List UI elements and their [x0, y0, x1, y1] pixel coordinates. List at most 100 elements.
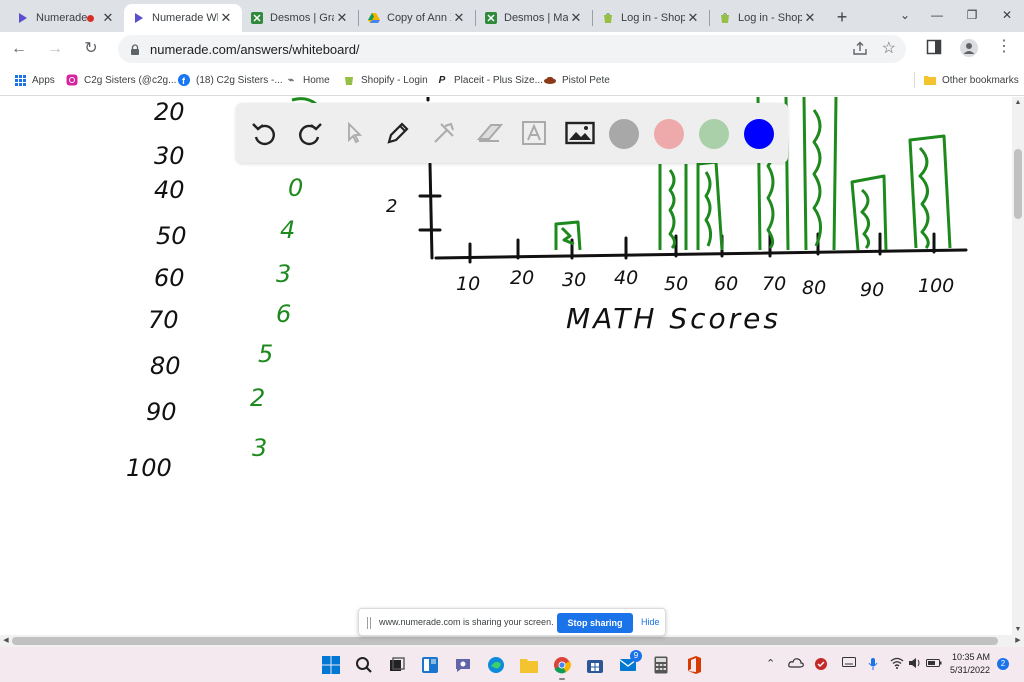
hide-banner-link[interactable]: Hide — [641, 617, 660, 627]
whiteboard-canvas[interactable]: 20 30 40 50 60 70 80 90 100 0 4 3 6 5 2 … — [0, 97, 1024, 635]
bookmark-pistol-pete[interactable]: Pistol Pete — [544, 74, 610, 86]
whiteboard-drawing: 20 30 40 50 60 70 80 90 100 0 4 3 6 5 2 … — [126, 97, 968, 482]
battery-icon[interactable] — [926, 657, 942, 672]
widgets-icon[interactable] — [419, 654, 441, 676]
tools-icon[interactable] — [428, 117, 460, 149]
mail-icon[interactable]: 9 — [617, 650, 642, 676]
notification-badge[interactable]: 2 — [997, 658, 1009, 670]
tab-shopify-login-2[interactable]: Log in - Shopif ✕ — [710, 4, 826, 32]
microphone-icon[interactable] — [868, 657, 878, 674]
close-window-icon[interactable]: ✕ — [990, 0, 1024, 30]
bookmark-apps[interactable]: Apps — [14, 74, 55, 86]
profile-avatar-icon[interactable] — [960, 39, 978, 62]
eraser-icon[interactable] — [474, 117, 506, 149]
keyboard-icon[interactable] — [842, 657, 856, 670]
color-swatch-pink[interactable] — [654, 119, 684, 149]
system-clock[interactable]: 10:35 AM 5/31/2022 — [944, 651, 990, 677]
tab-desmos-graph[interactable]: Desmos | Grap ✕ — [242, 4, 358, 32]
bookmark-other-folder[interactable]: Other bookmarks — [924, 74, 1019, 86]
drag-handle-icon[interactable] — [367, 617, 371, 629]
tab-desmos-matrix[interactable]: Desmos | Matr ✕ — [476, 4, 592, 32]
bar-90-fill — [860, 188, 871, 250]
close-tab-icon[interactable]: ✕ — [100, 10, 116, 26]
calculator-icon[interactable] — [650, 654, 672, 676]
color-swatch-gray[interactable] — [609, 119, 639, 149]
bookmark-star-icon[interactable]: ☆ — [882, 38, 896, 58]
scroll-thumb[interactable] — [1014, 149, 1022, 219]
scroll-down-icon[interactable]: ▼ — [1012, 626, 1024, 633]
tab-title: Log in - Shopif — [738, 12, 802, 24]
stop-sharing-button[interactable]: Stop sharing — [557, 613, 633, 633]
tab-numerade[interactable]: Numerade ✕ — [8, 4, 124, 32]
tab-title: Copy of Ann X — [387, 12, 451, 24]
bookmark-shopify-login[interactable]: Shopify - Login — [343, 74, 428, 86]
redo-icon[interactable] — [294, 117, 326, 149]
onedrive-icon[interactable] — [788, 657, 804, 672]
text-icon[interactable] — [518, 117, 550, 149]
forward-icon[interactable]: → — [44, 38, 66, 60]
folder-icon — [924, 74, 936, 86]
bar-50-fill — [668, 169, 677, 250]
color-swatch-green[interactable] — [699, 119, 729, 149]
tab-title: Numerade — [36, 12, 87, 24]
bookmark-placeit[interactable]: P Placeit - Plus Size... — [436, 74, 543, 86]
color-swatch-blue[interactable] — [744, 119, 774, 149]
teams-chat-icon[interactable] — [452, 654, 474, 676]
close-tab-icon[interactable]: ✕ — [568, 10, 584, 26]
home-icon: ⌁ — [287, 74, 295, 86]
tab-search-icon[interactable]: ⌄ — [888, 0, 922, 30]
bar-100 — [908, 134, 952, 249]
pointer-icon[interactable] — [338, 117, 370, 149]
undo-icon[interactable] — [248, 117, 280, 149]
bar-60-fill — [704, 171, 713, 247]
menu-kebab-icon[interactable]: ⋮ — [996, 36, 1012, 56]
task-view-icon[interactable] — [386, 654, 408, 676]
tab-copy-of-ann[interactable]: Copy of Ann X ✕ — [359, 4, 475, 32]
edge-browser-icon[interactable] — [485, 654, 507, 676]
apps-grid-icon — [14, 74, 26, 86]
facebook-icon: f — [178, 74, 190, 86]
store-icon[interactable] — [584, 654, 606, 676]
close-tab-icon[interactable]: ✕ — [802, 10, 818, 26]
left-value-100: 100 — [126, 454, 172, 482]
chrome-icon[interactable] — [551, 654, 573, 680]
volume-icon[interactable] — [908, 657, 922, 672]
horizontal-scrollbar[interactable]: ◀ ▶ — [0, 635, 1024, 647]
new-tab-button[interactable]: + — [831, 6, 853, 28]
restore-icon[interactable]: ❐ — [955, 0, 989, 30]
file-explorer-icon[interactable] — [518, 654, 540, 676]
image-icon[interactable] — [564, 117, 596, 149]
bookmark-c2g-instagram[interactable]: C2g Sisters (@c2g... — [66, 74, 176, 86]
show-hidden-icons-icon[interactable]: ⌃ — [766, 657, 775, 670]
share-icon[interactable] — [852, 40, 868, 61]
tab-shopify-login-1[interactable]: Log in - Shopif ✕ — [593, 4, 709, 32]
scroll-left-icon[interactable]: ◀ — [0, 635, 12, 647]
bookmark-label: Apps — [32, 74, 55, 86]
x-axis-title: MATH Scores — [566, 302, 781, 335]
reload-icon[interactable]: ↻ — [80, 38, 102, 60]
minimize-icon[interactable]: — — [920, 0, 954, 30]
scroll-thumb[interactable] — [12, 637, 998, 645]
pen-icon[interactable] — [382, 117, 414, 149]
tab-numerade-whiteboard[interactable]: Numerade Wh ✕ — [124, 4, 242, 32]
search-icon[interactable] — [353, 654, 375, 676]
security-app-icon[interactable] — [814, 657, 828, 674]
scroll-up-icon[interactable]: ▲ — [1012, 99, 1024, 106]
wifi-icon[interactable] — [890, 657, 904, 672]
scroll-right-icon[interactable]: ▶ — [1012, 635, 1024, 647]
windows-start-icon[interactable] — [320, 654, 342, 676]
bookmark-c2g-facebook[interactable]: f (18) C2g Sisters -... — [178, 74, 283, 86]
close-tab-icon[interactable]: ✕ — [451, 10, 467, 26]
address-bar[interactable]: numerade.com/answers/whiteboard/ ☆ — [118, 35, 906, 63]
sidebar-icon[interactable] — [926, 39, 942, 60]
tab-title: Desmos | Grap — [270, 12, 334, 24]
close-tab-icon[interactable]: ✕ — [334, 10, 350, 26]
x-label: 20 — [510, 267, 534, 289]
close-tab-icon[interactable]: ✕ — [218, 10, 234, 26]
vertical-scrollbar[interactable]: ▲ ▼ — [1012, 97, 1024, 635]
office-icon[interactable] — [683, 654, 705, 676]
bookmark-home[interactable]: ⌁ Home — [285, 74, 330, 86]
back-icon[interactable]: ← — [8, 38, 30, 60]
close-tab-icon[interactable]: ✕ — [685, 10, 701, 26]
bookmark-label: Shopify - Login — [361, 74, 428, 86]
